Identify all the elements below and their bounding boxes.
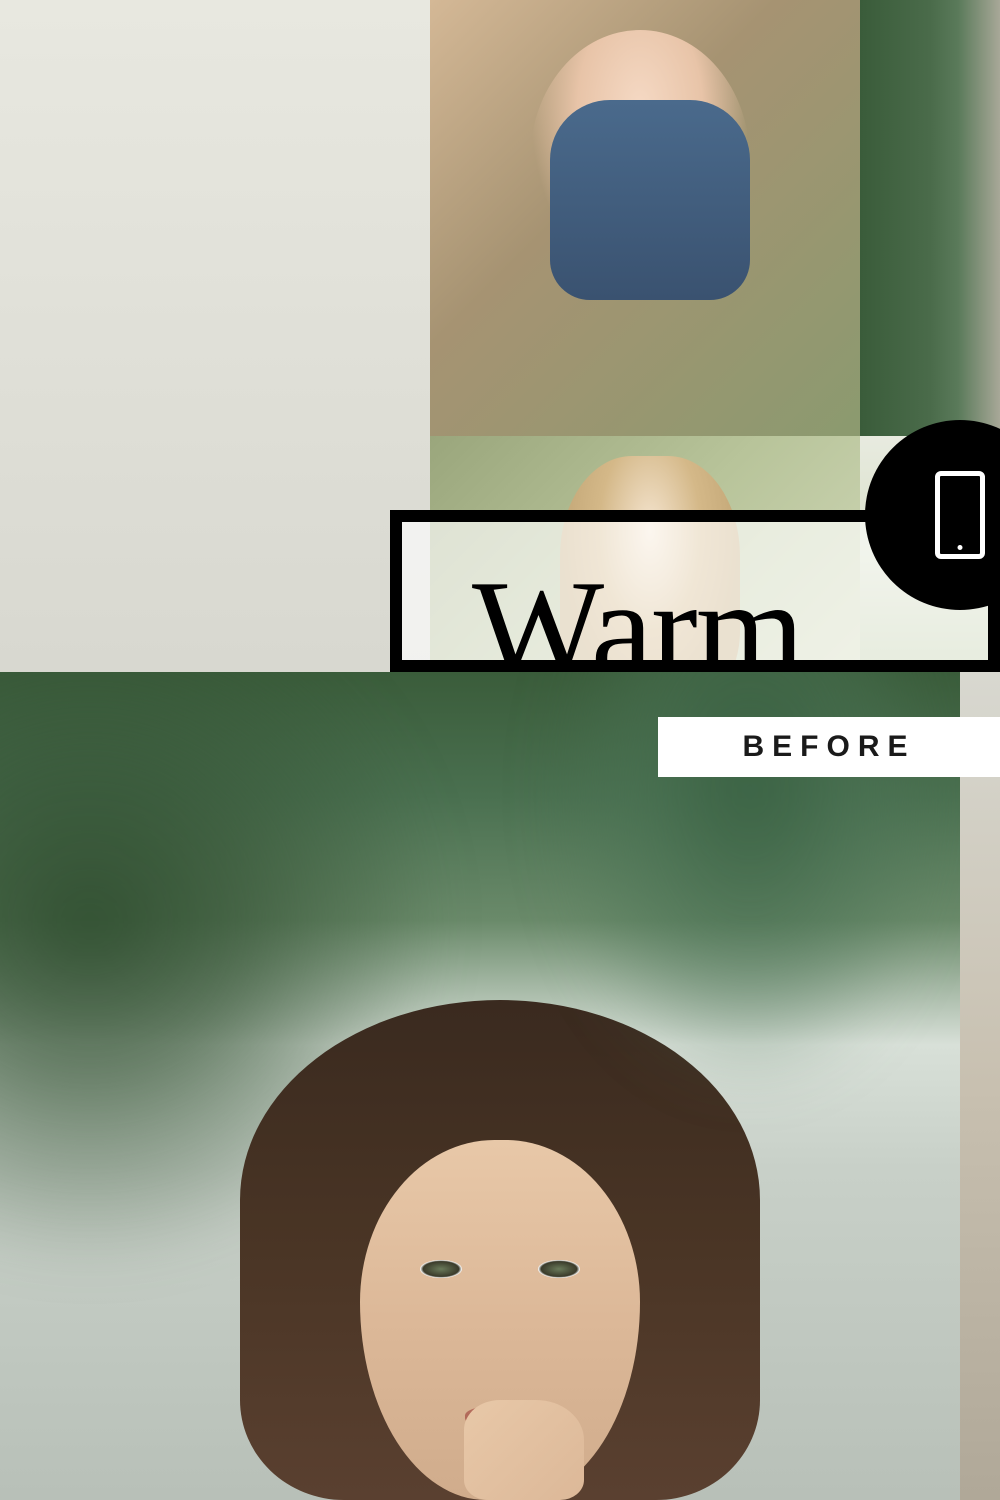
sample-photo-edge-strip (0, 0, 430, 672)
sample-photo-baby (430, 0, 860, 436)
before-label-tag: BEFORE (658, 717, 1000, 777)
before-label-text: BEFORE (742, 730, 915, 764)
sample-photo-woman-flower (860, 0, 1000, 436)
right-edge-strip (960, 672, 1000, 1500)
preset-title: Warm (472, 549, 803, 672)
portrait-subject (200, 1000, 800, 1500)
phone-icon (935, 471, 985, 559)
before-comparison-photo (0, 672, 1000, 1500)
preset-preview-collage: Warm BEFORE (0, 0, 1000, 1500)
